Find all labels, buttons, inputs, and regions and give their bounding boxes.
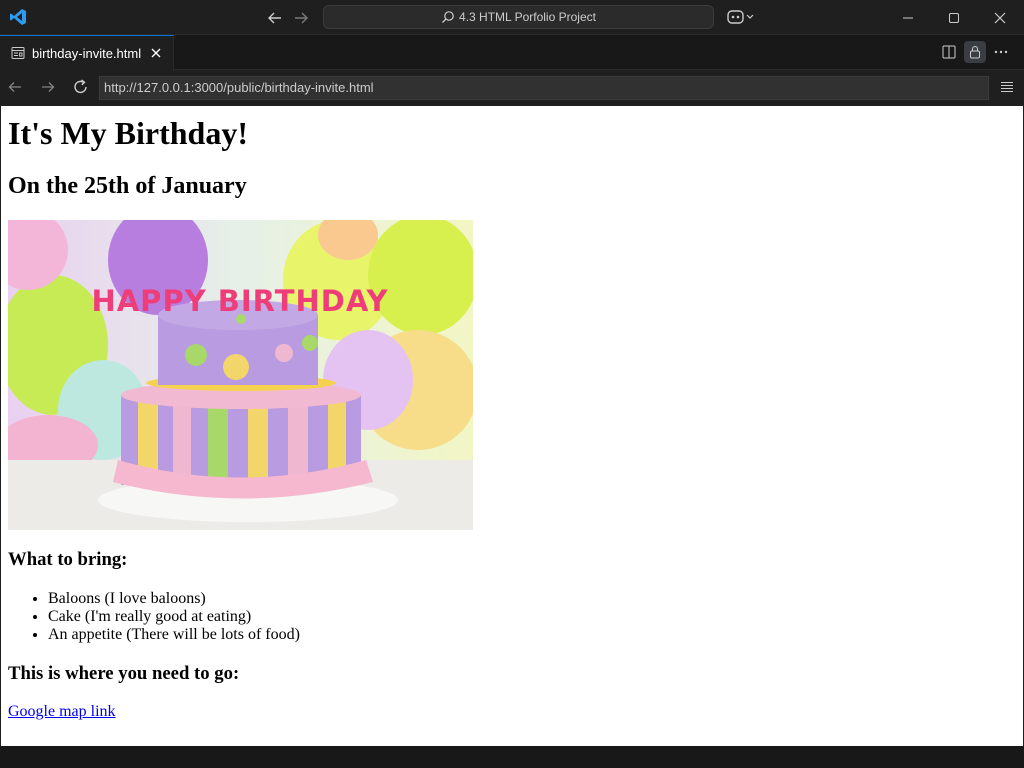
lock-group-button[interactable] <box>964 41 986 63</box>
url-input[interactable]: http://127.0.0.1:3000/public/birthday-in… <box>99 76 989 100</box>
tab-label: birthday-invite.html <box>32 45 142 61</box>
google-map-link[interactable]: Google map link <box>8 703 116 721</box>
list-item: Cake (I'm really good at eating) <box>48 608 300 626</box>
lock-icon <box>970 46 980 59</box>
search-icon <box>442 11 454 23</box>
close-window-button[interactable] <box>977 0 1023 35</box>
bring-list: Baloons (I love baloons) Cake (I'm reall… <box>48 590 300 644</box>
vscode-logo-icon[interactable] <box>9 8 27 26</box>
command-center-label: 4.3 HTML Porfolio Project <box>459 10 596 24</box>
browser-preview-icon <box>11 47 25 59</box>
list-item: An appetite (There will be lots of food) <box>48 626 300 644</box>
birthday-cake-image: HAPPY BIRTHDAY <box>8 220 473 530</box>
simple-browser-toolbar: http://127.0.0.1:3000/public/birthday-in… <box>0 70 1024 106</box>
maximize-button[interactable] <box>931 0 977 35</box>
list-item: Baloons (I love baloons) <box>48 590 300 608</box>
what-to-bring-heading: What to bring: <box>8 549 128 570</box>
location-heading: This is where you need to go: <box>8 663 240 684</box>
copilot-icon[interactable] <box>727 8 757 26</box>
arrow-right-icon[interactable] <box>292 9 310 27</box>
hamburger-menu-icon[interactable] <box>1000 81 1014 93</box>
tab-close-icon[interactable] <box>150 47 162 59</box>
cake-candle-text: HAPPY BIRTHDAY <box>91 284 388 318</box>
reload-icon[interactable] <box>72 78 90 96</box>
arrow-left-icon[interactable] <box>266 9 284 27</box>
browser-forward-icon[interactable] <box>40 79 56 95</box>
maximize-icon <box>949 12 959 23</box>
more-actions-icon[interactable] <box>993 44 1009 60</box>
browser-back-icon[interactable] <box>7 79 23 95</box>
split-editor-icon[interactable] <box>941 44 957 60</box>
close-icon <box>994 12 1006 23</box>
date-subheading: On the 25th of January <box>8 173 247 199</box>
command-center-search[interactable]: 4.3 HTML Porfolio Project <box>323 5 714 29</box>
status-bar <box>0 746 1024 768</box>
minimize-icon <box>903 17 913 18</box>
webpage-content: It's My Birthday! On the 25th of January <box>1 106 1023 746</box>
editor-tab-bar: birthday-invite.html <box>0 35 1024 70</box>
page-heading: It's My Birthday! <box>8 115 248 151</box>
tab-birthday-invite[interactable]: birthday-invite.html <box>0 35 174 70</box>
minimize-button[interactable] <box>885 0 931 35</box>
title-bar: 4.3 HTML Porfolio Project <box>0 0 1024 35</box>
